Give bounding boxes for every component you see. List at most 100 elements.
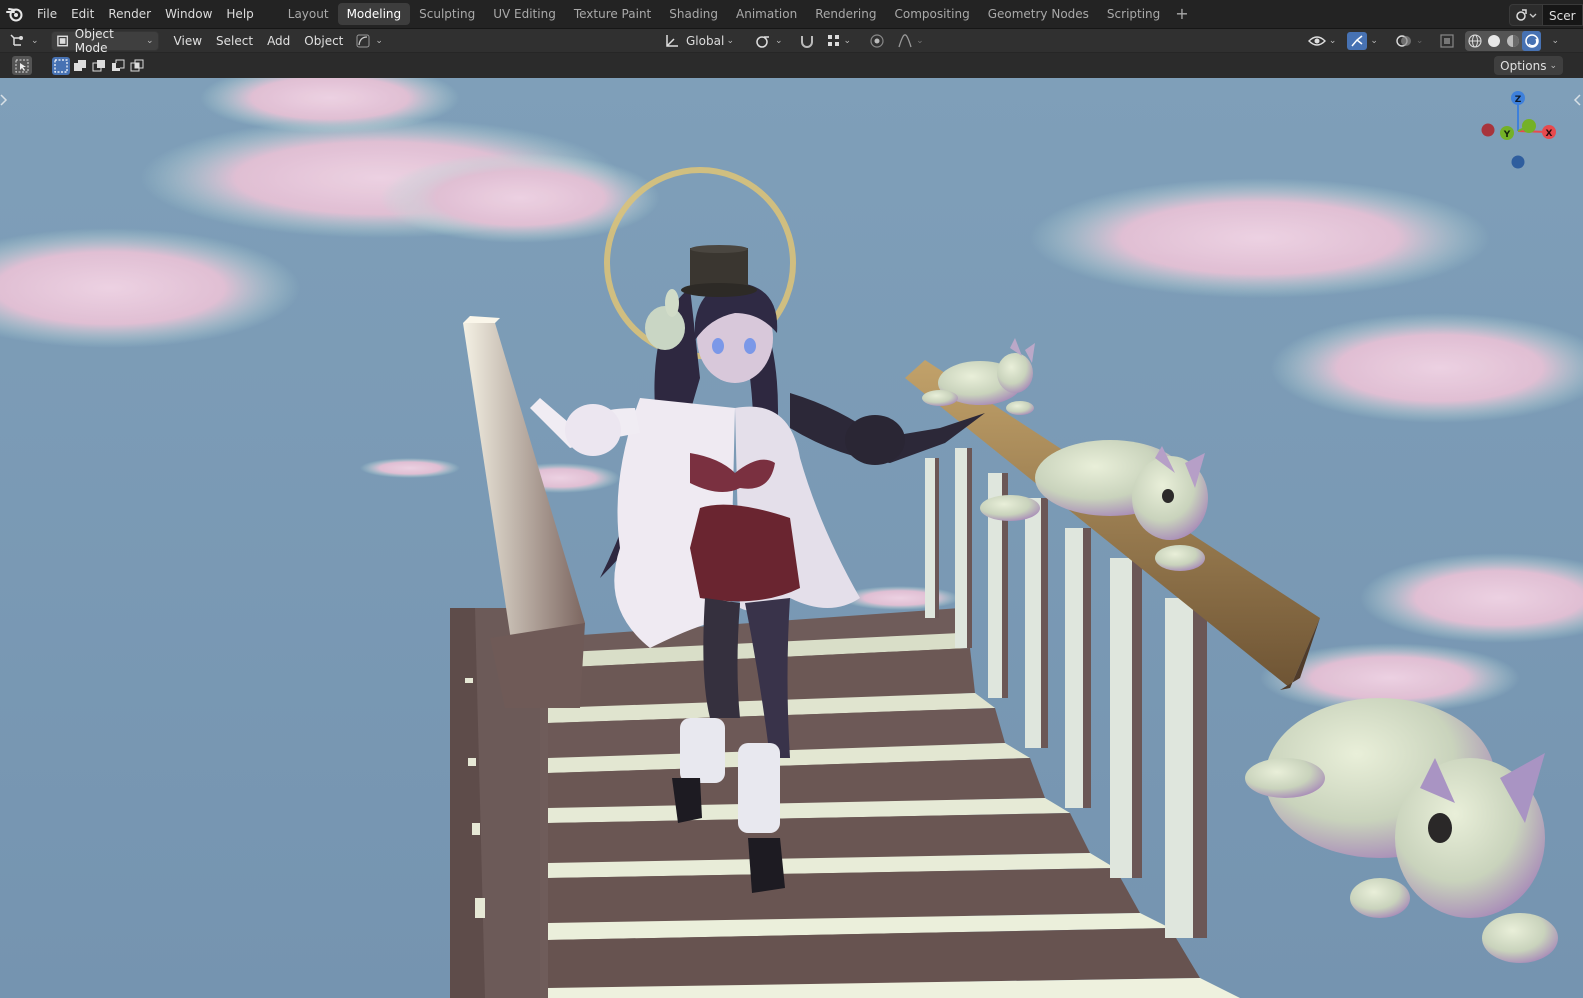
active-tool-button[interactable] [12,56,32,75]
menu-view[interactable]: View [167,31,209,51]
select-intersect-button[interactable] [128,57,146,75]
scene-browse-button[interactable] [1509,3,1543,26]
wireframe-shading-button[interactable] [1465,31,1484,51]
select-extend-icon [74,59,86,71]
chevron-down-icon: ⌄ [31,35,39,46]
left-panel-toggle[interactable] [0,94,8,108]
navigation-gizmo[interactable]: Z Y X [1473,86,1563,176]
menu-add[interactable]: Add [260,31,297,51]
transform-orientation-dropdown[interactable]: Global ⌄ [660,31,738,51]
tab-sculpting[interactable]: Sculpting [410,3,484,25]
scene-icon [1516,8,1537,21]
3d-viewport-icon [10,33,23,46]
pivot-point-dropdown[interactable]: ⌄ [750,31,787,51]
curve-icon [356,34,370,47]
snap-grid-icon [827,35,839,46]
scene-name-field[interactable]: Scer [1543,3,1583,26]
object-mode-icon [56,35,68,46]
menu-window[interactable]: Window [158,3,219,25]
rendered-scene [0,78,1583,998]
menu-object[interactable]: Object [297,31,350,51]
orientation-label: Global [686,34,725,48]
tab-texture-paint[interactable]: Texture Paint [565,3,660,25]
select-subtract-button[interactable] [90,57,108,75]
snap-target-dropdown[interactable]: ⌄ [823,31,856,51]
pivot-icon [756,36,769,48]
tab-rendering[interactable]: Rendering [806,3,885,25]
tab-scripting[interactable]: Scripting [1098,3,1169,25]
neg-x-axis-handle[interactable] [1481,123,1495,137]
shading-options-dropdown[interactable]: ⌄ [1544,31,1563,51]
material-preview-button[interactable] [1503,31,1522,51]
chevron-down-icon: ⌄ [775,36,783,46]
tab-layout[interactable]: Layout [279,3,338,25]
falloff-dropdown[interactable]: ⌄ [893,31,928,51]
menu-render[interactable]: Render [101,3,158,25]
rendered-shading-button[interactable] [1522,31,1542,51]
z-axis-label: Z [1515,95,1522,105]
shading-mode-group [1465,31,1542,51]
mode-dropdown[interactable]: Object Mode ⌄ [50,27,159,55]
chevron-right-icon [0,94,8,106]
proportional-edit-toggle[interactable] [865,31,889,51]
select-new-button[interactable] [52,56,70,75]
tool-settings-bar: Options ⌄ [0,53,1583,78]
tab-compositing[interactable]: Compositing [885,3,978,25]
menu-help[interactable]: Help [219,3,260,25]
visibility-dropdown[interactable]: ⌄ [1304,31,1341,51]
menu-file[interactable]: File [30,3,64,25]
select-extend-button[interactable] [71,57,89,75]
viewport-display-controls: ⌄ ⌄ ⌄ ⌄ [1304,31,1563,51]
mode-label: Object Mode [74,26,114,55]
gizmo-icon [1351,35,1363,47]
right-panel-toggle[interactable] [1573,94,1581,108]
editor-type-button[interactable]: ⌄ [6,31,43,51]
selection-mode-group [52,56,146,75]
scene-selector: Scer [1509,3,1583,26]
chevron-down-icon: ⌄ [375,35,383,46]
neg-z-axis-handle[interactable] [1511,155,1525,169]
select-difference-button[interactable] [109,57,127,75]
tab-geometry-nodes[interactable]: Geometry Nodes [979,3,1098,25]
magnet-icon [800,36,813,48]
blender-logo-icon[interactable] [0,0,30,29]
tab-uv-editing[interactable]: UV Editing [484,3,565,25]
tab-shading[interactable]: Shading [660,3,727,25]
overlays-toggle[interactable]: ⌄ [1391,31,1428,51]
chevron-down-icon: ⌄ [1328,36,1337,46]
chevron-down-icon: ⌄ [1415,36,1424,46]
wireframe-sphere-icon [1468,34,1482,48]
tab-animation[interactable]: Animation [727,3,806,25]
select-subtract-icon [92,59,105,71]
3d-viewport[interactable]: Z Y X [0,78,1583,998]
add-workspace-button[interactable]: + [1169,3,1194,25]
xray-toggle[interactable] [1436,31,1458,51]
tab-modeling[interactable]: Modeling [337,3,411,25]
x-axis-label: X [1546,129,1553,139]
falloff-curve-icon [898,34,912,48]
options-dropdown[interactable]: Options ⌄ [1494,56,1563,75]
select-set-icon [54,58,68,73]
select-difference-icon [112,59,125,71]
chevron-down-icon: ⌄ [1551,36,1559,46]
chevron-down-icon: ⌄ [1370,36,1378,46]
proportional-edit-icon [870,34,884,48]
neg-y-axis-handle[interactable] [1522,119,1536,133]
chevron-down-icon: ⌄ [916,36,924,46]
select-intersect-icon [130,59,144,71]
gizmo-toggle[interactable]: ⌄ [1343,31,1382,51]
y-axis-label: Y [1503,130,1511,140]
solid-sphere-icon [1487,35,1500,47]
menu-select[interactable]: Select [209,31,260,51]
options-label: Options [1500,58,1547,73]
material-sphere-icon [1506,35,1519,47]
xray-icon [1440,34,1455,48]
top-bar: File Edit Render Window Help Layout Mode… [0,0,1583,29]
snap-toggle[interactable] [795,31,819,51]
select-box-tool-icon [15,59,29,72]
chevron-down-icon: ⌄ [146,35,154,46]
object-options-dropdown[interactable]: ⌄ [352,31,387,51]
menu-edit[interactable]: Edit [64,3,101,25]
chevron-down-icon: ⌄ [1549,60,1557,71]
solid-shading-button[interactable] [1484,31,1503,51]
